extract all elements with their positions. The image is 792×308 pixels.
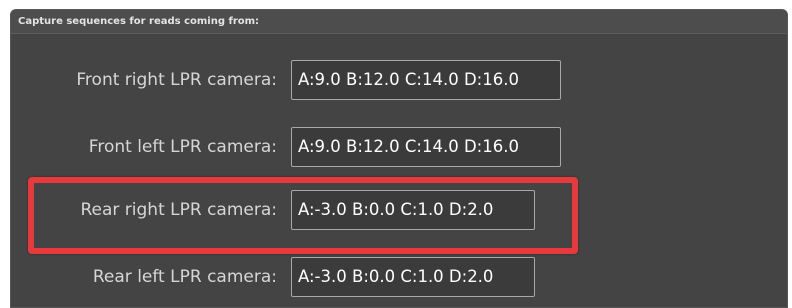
rear-right-camera-sequence-field[interactable]: A:-3.0 B:0.0 C:1.0 D:2.0 [291, 190, 535, 230]
front-right-camera-row: Front right LPR camera: A:9.0 B:12.0 C:1… [11, 60, 787, 100]
group-title: Capture sequences for reads coming from: [11, 10, 787, 34]
capture-sequences-group: Capture sequences for reads coming from:… [10, 9, 788, 308]
front-right-camera-sequence-field[interactable]: A:9.0 B:12.0 C:14.0 D:16.0 [291, 60, 561, 100]
front-right-camera-label: Front right LPR camera: [76, 70, 277, 90]
front-left-camera-sequence-field[interactable]: A:9.0 B:12.0 C:14.0 D:16.0 [291, 127, 561, 167]
rear-right-camera-row: Rear right LPR camera: A:-3.0 B:0.0 C:1.… [11, 190, 787, 230]
rear-left-camera-label: Rear left LPR camera: [92, 267, 277, 287]
front-left-camera-label: Front left LPR camera: [88, 137, 277, 157]
front-left-camera-row: Front left LPR camera: A:9.0 B:12.0 C:14… [11, 127, 787, 167]
rear-right-camera-label: Rear right LPR camera: [80, 200, 277, 220]
rear-left-camera-sequence-field[interactable]: A:-3.0 B:0.0 C:1.0 D:2.0 [291, 257, 535, 297]
rear-left-camera-row: Rear left LPR camera: A:-3.0 B:0.0 C:1.0… [11, 257, 787, 297]
